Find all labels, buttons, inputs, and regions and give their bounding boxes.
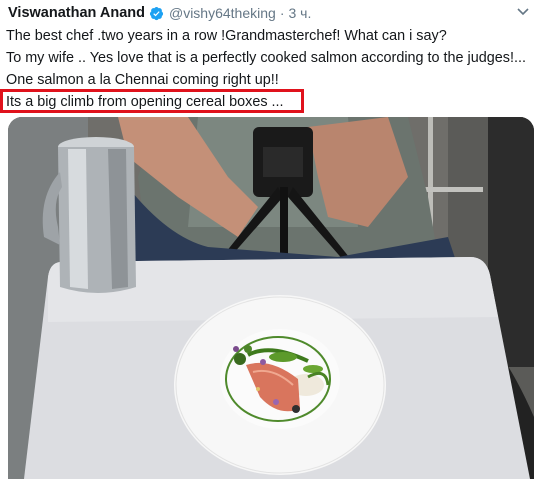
verified-badge-icon (149, 6, 164, 20)
separator-dot: · (279, 5, 285, 21)
chevron-down-icon[interactable] (515, 3, 531, 19)
tweet-text-line: The best chef .two years in a row !Grand… (6, 28, 447, 44)
highlight-box (0, 89, 304, 113)
author-name[interactable]: Viswanathan Anand (8, 5, 145, 21)
tweet-photo[interactable] (8, 117, 534, 479)
tweet-text-line: To my wife .. Yes love that is a perfect… (6, 50, 526, 66)
tweet-text-line: One salmon a la Chennai coming right up!… (6, 72, 279, 88)
author-handle[interactable]: @vishy64theking (169, 5, 276, 21)
salmon-dish-photo (8, 117, 534, 479)
tweet-header: Viswanathan Anand @vishy64theking · 3 ч. (8, 2, 527, 24)
tweet-timestamp[interactable]: 3 ч. (288, 5, 311, 21)
